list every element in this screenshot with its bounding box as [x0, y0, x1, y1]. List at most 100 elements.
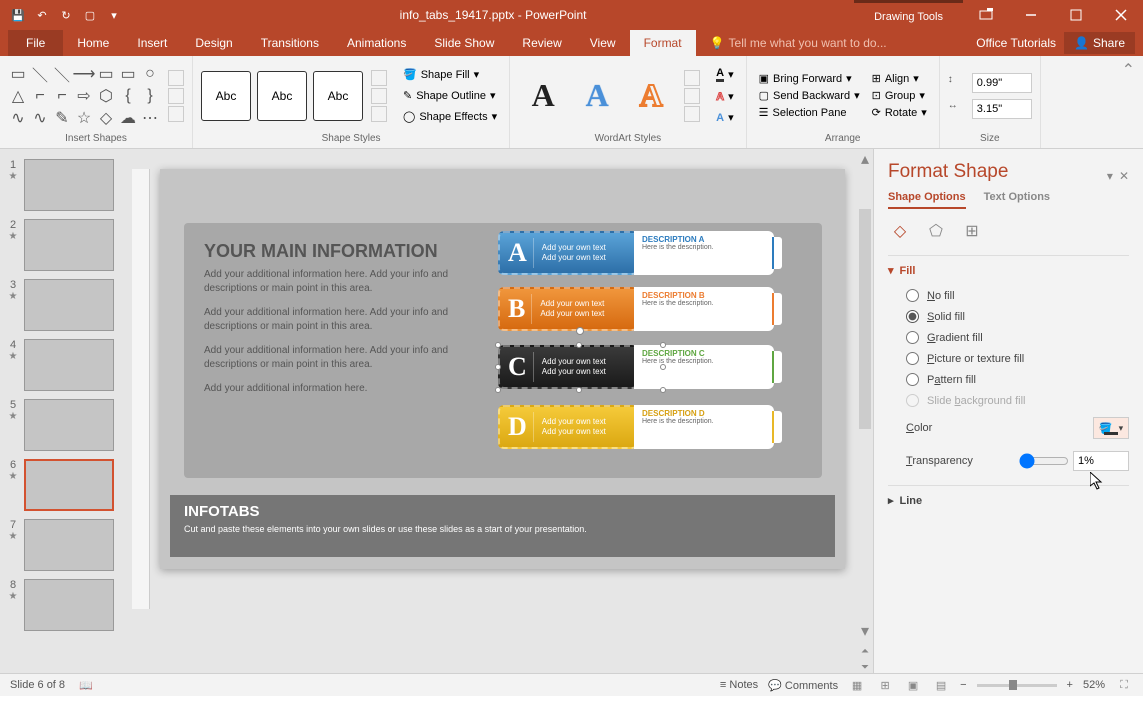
shape-cloud-icon[interactable]: ☁ [118, 108, 138, 128]
selection-handle[interactable] [576, 342, 582, 348]
thumbnail-5[interactable]: 5★ [0, 395, 132, 455]
slide-editor[interactable]: YOUR MAIN INFORMATION Add your additiona… [132, 149, 873, 673]
thumbnail-7[interactable]: 7★ [0, 515, 132, 575]
close-icon[interactable] [1098, 0, 1143, 30]
tab-animations[interactable]: Animations [333, 30, 420, 56]
slideshow-view-icon[interactable]: ▤ [932, 676, 950, 694]
tab-insert[interactable]: Insert [123, 30, 181, 56]
shape-rect-icon[interactable]: ▭ [8, 64, 28, 84]
picture-fill-radio[interactable]: Picture or texture fill [888, 348, 1129, 369]
shape-arrow2-icon[interactable]: ⇨ [74, 86, 94, 106]
main-para-4[interactable]: Add your additional information here. [204, 382, 464, 396]
shape-oval-icon[interactable]: ○ [140, 64, 160, 84]
bring-forward-button[interactable]: ▣Bring Forward ▾ [755, 71, 864, 86]
rotation-handle[interactable] [576, 327, 584, 335]
text-options-tab[interactable]: Text Options [984, 191, 1050, 209]
qat-more-icon[interactable]: ▾ [106, 7, 122, 23]
shape-hex-icon[interactable]: ⬡ [96, 86, 116, 106]
width-input[interactable] [972, 99, 1032, 119]
shape-options-tab[interactable]: Shape Options [888, 191, 966, 209]
shapes-gallery[interactable]: ▭ ＼ ＼ ⟶ ▭ ▭ ○ △ ⌐ ⌐ ⇨ ⬡ { } ∿ ∿ ✎ ☆ ◇ ☁ [8, 64, 160, 128]
fill-section-header[interactable]: ▾Fill [888, 264, 1129, 277]
thumbnail-2[interactable]: 2★ [0, 215, 132, 275]
shape-star-icon[interactable]: ☆ [74, 108, 94, 128]
text-fill-button[interactable]: A▾ [712, 65, 737, 84]
selection-handle[interactable] [660, 387, 666, 393]
selection-handle[interactable] [495, 387, 501, 393]
info-tab-a[interactable]: AAdd your own textAdd your own text DESC… [498, 231, 774, 275]
shape-rect2-icon[interactable]: ▭ [96, 64, 116, 84]
shape-tri-icon[interactable]: △ [8, 86, 28, 106]
thumbnail-4[interactable]: 4★ [0, 335, 132, 395]
tab-view[interactable]: View [576, 30, 630, 56]
office-tutorials-link[interactable]: Office Tutorials [976, 36, 1056, 50]
textbox-icon[interactable] [168, 88, 184, 104]
shape-line2-icon[interactable]: ＼ [52, 64, 72, 84]
selection-handle[interactable] [660, 342, 666, 348]
wordart-preset-2[interactable]: A [572, 71, 622, 121]
height-input[interactable] [972, 73, 1032, 93]
shape-freeform-icon[interactable]: ✎ [52, 108, 72, 128]
zoom-out-button[interactable]: − [960, 679, 966, 691]
tab-format[interactable]: Format [630, 30, 696, 56]
slide-canvas[interactable]: YOUR MAIN INFORMATION Add your additiona… [160, 169, 845, 569]
fit-to-window-icon[interactable]: ⛶ [1115, 676, 1133, 694]
text-outline-button[interactable]: A▾ [712, 88, 737, 105]
wordart-preset-1[interactable]: A [518, 71, 568, 121]
comments-button[interactable]: 💬 Comments [768, 679, 838, 692]
thumbnail-8[interactable]: 8★ [0, 575, 132, 635]
line-section-header[interactable]: ▸Line [888, 494, 1129, 507]
save-icon[interactable]: 💾 [10, 7, 26, 23]
shape-fill-button[interactable]: 🪣Shape Fill▾ [399, 66, 501, 83]
footer-box[interactable]: INFOTABS Cut and paste these elements in… [170, 495, 835, 557]
zoom-level[interactable]: 52% [1083, 679, 1105, 691]
shape-outline-button[interactable]: ✎Shape Outline▾ [399, 87, 501, 104]
tell-me-search[interactable]: 💡 Tell me what you want to do... [696, 30, 901, 56]
collapse-ribbon-icon[interactable]: ⌃ [1114, 56, 1143, 148]
shape-connector-icon[interactable]: ⌐ [30, 86, 50, 106]
shape-styles-more[interactable] [371, 70, 387, 122]
style-preset-2[interactable]: Abc [257, 71, 307, 121]
text-effects-button[interactable]: A▾ [712, 109, 737, 126]
spellcheck-icon[interactable]: 📖 [79, 679, 93, 692]
shape-connector2-icon[interactable]: ⌐ [52, 86, 72, 106]
gradient-fill-radio[interactable]: Gradient fill [888, 327, 1129, 348]
shape-curve-icon[interactable]: ∿ [8, 108, 28, 128]
sorter-view-icon[interactable]: ⊞ [876, 676, 894, 694]
solid-fill-radio[interactable]: Solid fill [888, 306, 1129, 327]
send-backward-button[interactable]: ▢Send Backward ▾ [755, 88, 864, 103]
size-props-icon[interactable]: ⊞ [960, 219, 984, 243]
info-tab-c-selected[interactable]: CAdd your own textAdd your own text DESC… [498, 345, 774, 389]
shapes-gallery-more[interactable] [168, 70, 184, 122]
wordart-preset-3[interactable]: A [626, 71, 676, 121]
thumbnail-1[interactable]: 1★ [0, 155, 132, 215]
main-para-3[interactable]: Add your additional information here. Ad… [204, 344, 464, 372]
transparency-slider[interactable] [1019, 453, 1069, 469]
selection-handle[interactable] [495, 342, 501, 348]
shape-curve2-icon[interactable]: ∿ [30, 108, 50, 128]
style-preset-3[interactable]: Abc [313, 71, 363, 121]
normal-view-icon[interactable]: ▦ [848, 676, 866, 694]
next-slide-icon[interactable]: ⏷ [857, 662, 873, 673]
selection-handle[interactable] [495, 364, 501, 370]
zoom-in-button[interactable]: + [1067, 679, 1073, 691]
selection-handle[interactable] [576, 387, 582, 393]
redo-icon[interactable]: ↻ [58, 7, 74, 23]
shape-brace-icon[interactable]: { [118, 86, 138, 106]
notes-button[interactable]: ≡ Notes [720, 679, 758, 691]
info-tab-b[interactable]: BAdd your own textAdd your own text DESC… [498, 287, 774, 331]
slideshow-icon[interactable]: ▢ [82, 7, 98, 23]
share-button[interactable]: 👤 Share [1064, 32, 1135, 54]
group-button[interactable]: ⊡Group▾ [868, 88, 931, 103]
selection-pane-button[interactable]: ☰Selection Pane [755, 105, 864, 120]
pane-menu-icon[interactable]: ▾ [1107, 169, 1113, 183]
tab-design[interactable]: Design [181, 30, 246, 56]
thumbnail-3[interactable]: 3★ [0, 275, 132, 335]
shape-line-icon[interactable]: ＼ [30, 64, 50, 84]
main-para-1[interactable]: Add your additional information here. Ad… [204, 268, 464, 296]
tab-file[interactable]: File [8, 30, 63, 56]
shape-callout-icon[interactable]: ◇ [96, 108, 116, 128]
slide-counter[interactable]: Slide 6 of 8 [10, 679, 65, 691]
ribbon-options-icon[interactable] [963, 0, 1008, 30]
pattern-fill-radio[interactable]: Pattern fill [888, 369, 1129, 390]
